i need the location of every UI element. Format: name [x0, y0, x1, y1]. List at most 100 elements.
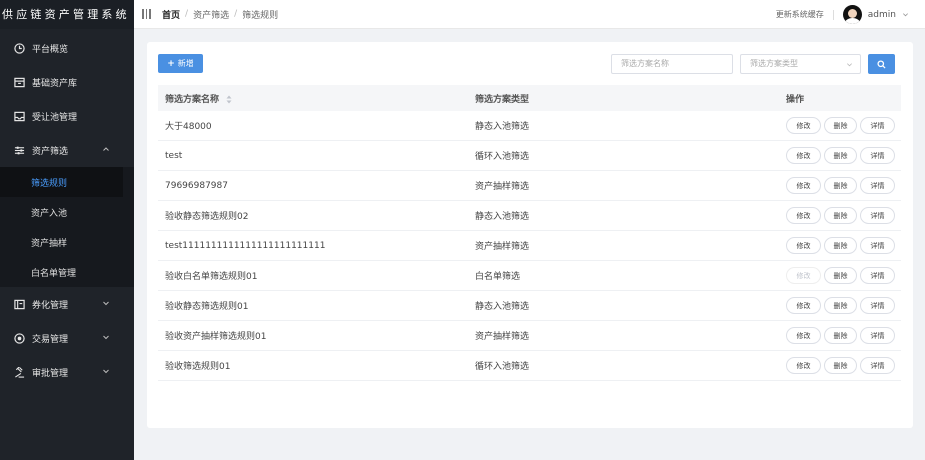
sidebar-item-transfer-pool[interactable]: 受让池管理: [0, 99, 134, 133]
sidebar-item-label: 受让池管理: [32, 112, 78, 123]
rule-type: 循环入池筛选: [475, 152, 530, 162]
detail-button[interactable]: 详情: [860, 177, 895, 194]
table-row: test1111111111111111111111111 资产抽样筛选 修改 删除详…: [158, 231, 901, 261]
inbox-icon: [13, 110, 25, 122]
edit-button[interactable]: 修改: [786, 297, 821, 314]
sidebar-item-trading[interactable]: 交易管理: [0, 321, 134, 355]
content-card: + 新增 筛选方案名称 筛选方案类型 筛选方案名称 筛选方案类型 操作 大于48…: [147, 42, 913, 428]
rule-name: test1111111111111111111111111: [165, 240, 326, 251]
avatar[interactable]: [842, 5, 862, 24]
search-button[interactable]: [868, 54, 895, 74]
plus-icon: +: [167, 58, 175, 69]
search-icon: [877, 59, 886, 69]
scheme-name-input[interactable]: 筛选方案名称: [611, 54, 733, 74]
delete-button[interactable]: 删除: [824, 267, 857, 284]
refresh-cache-link[interactable]: 更新系统缓存: [776, 9, 824, 20]
delete-button[interactable]: 删除: [824, 117, 857, 134]
gavel-icon: [13, 366, 25, 378]
topbar: 首页 / 资产筛选 / 筛选规则 更新系统缓存 admin: [134, 0, 925, 29]
archive-icon: [13, 76, 25, 88]
edit-button[interactable]: 修改: [786, 327, 821, 344]
add-button[interactable]: + 新增: [158, 54, 203, 73]
rule-type: 循环入池筛选: [475, 362, 530, 372]
detail-button[interactable]: 详情: [860, 327, 895, 344]
chevron-down-icon: [103, 369, 109, 374]
scheme-type-select[interactable]: 筛选方案类型: [740, 54, 861, 74]
delete-button[interactable]: 删除: [824, 207, 857, 224]
table-header: 筛选方案名称 筛选方案类型 操作: [158, 85, 901, 111]
sidebar-item-securitization[interactable]: 券化管理: [0, 287, 134, 321]
sidebar-item-asset-sampling[interactable]: 资产抽样: [0, 227, 134, 257]
menu-toggle-icon[interactable]: [142, 9, 152, 19]
rule-name: 验收资产抽样筛选规则01: [165, 332, 267, 342]
breadcrumb: 首页 / 资产筛选 / 筛选规则: [162, 8, 279, 21]
breadcrumb-home[interactable]: 首页: [162, 8, 180, 21]
sidebar-item-asset-screening[interactable]: 资产筛选: [0, 133, 134, 167]
ticket-icon: [13, 298, 25, 310]
exchange-icon: [13, 332, 25, 344]
edit-button[interactable]: 修改: [786, 207, 821, 224]
edit-button[interactable]: 修改: [786, 357, 821, 374]
user-name[interactable]: admin: [868, 10, 896, 20]
chevron-down-icon[interactable]: [902, 11, 909, 18]
delete-button[interactable]: 删除: [824, 357, 857, 374]
edit-button[interactable]: 修改: [786, 117, 821, 134]
delete-button[interactable]: 删除: [824, 297, 857, 314]
table-row: test 循环入池筛选 修改 删除 详情: [158, 141, 901, 171]
sidebar-item-asset-library[interactable]: 基础资产库: [0, 65, 134, 99]
sidebar-item-asset-pooling[interactable]: 资产入池: [0, 197, 134, 227]
sidebar-item-whitelist[interactable]: 白名单管理: [0, 257, 134, 287]
rule-name: 验收静态筛选规则01: [165, 302, 249, 312]
detail-button[interactable]: 详情: [860, 117, 895, 134]
clock-icon: [13, 42, 25, 54]
edit-button[interactable]: 修改: [786, 237, 821, 254]
user-area: 更新系统缓存 admin: [776, 0, 909, 29]
rule-type: 白名单筛选: [475, 272, 521, 282]
sidebar-item-approval[interactable]: 审批管理: [0, 355, 134, 389]
detail-button[interactable]: 详情: [860, 357, 895, 374]
sidebar-item-label: 审批管理: [32, 368, 69, 379]
sort-icon[interactable]: [226, 95, 232, 104]
table-row: 大于48000 静态入池筛选 修改 删除 详情: [158, 111, 901, 141]
column-header-name: 筛选方案名称: [165, 94, 220, 105]
rule-name: 大于48000: [165, 122, 212, 132]
sidebar-item-label: 交易管理: [32, 334, 69, 345]
rule-type: 资产抽样筛选: [475, 182, 530, 192]
app-title: 供应链资产管理系统: [0, 0, 134, 29]
rule-name: 验收筛选规则01: [165, 362, 231, 372]
detail-button[interactable]: 详情: [860, 237, 895, 254]
detail-button[interactable]: 详情: [860, 207, 895, 224]
sidebar-item-overview[interactable]: 平台概览: [0, 31, 134, 65]
rule-type: 静态入池筛选: [475, 122, 530, 132]
table-row: 验收静态筛选规则02 静态入池筛选 修改 删除 详情: [158, 201, 901, 231]
rules-table: 筛选方案名称 筛选方案类型 操作 大于48000 静态入池筛选 修改 删除 详情 test…: [158, 85, 901, 381]
sidebar-item-label: 资产筛选: [32, 146, 69, 157]
chevron-down-icon: [103, 301, 109, 306]
rule-type: 静态入池筛选: [475, 212, 530, 222]
sidebar: 供应链资产管理系统 平台概览 基础资产库 受让池管理 资产筛选 筛选规则 资产入…: [0, 0, 134, 460]
detail-button[interactable]: 详情: [860, 147, 895, 164]
rule-name: 验收静态筛选规则02: [165, 212, 249, 222]
rule-name: 验收白名单筛选规则01: [165, 272, 258, 282]
breadcrumb-asset-screening[interactable]: 资产筛选: [193, 8, 229, 21]
column-header-type: 筛选方案类型: [475, 94, 530, 105]
edit-button: 修改: [786, 267, 821, 284]
rule-name: test: [165, 150, 183, 161]
sidebar-item-label: 券化管理: [32, 300, 69, 311]
sidebar-item-screening-rules[interactable]: 筛选规则: [0, 167, 123, 197]
table-body: 大于48000 静态入池筛选 修改 删除 详情 test 循环入池筛选 修改 删除 详情 79696…: [158, 111, 901, 381]
rule-type: 资产抽样筛选: [475, 242, 530, 252]
detail-button[interactable]: 详情: [860, 297, 895, 314]
table-row: 验收静态筛选规则01 静态入池筛选 修改 删除 详情: [158, 291, 901, 321]
breadcrumb-screening-rules: 筛选规则: [242, 10, 279, 21]
table-row: 验收资产抽样筛选规则01 资产抽样筛选 修改 删除 详情: [158, 321, 901, 351]
delete-button[interactable]: 删除: [824, 327, 857, 344]
detail-button[interactable]: 详情: [860, 267, 895, 284]
column-header-actions: 操作: [786, 94, 805, 105]
chevron-down-icon: [103, 335, 109, 340]
delete-button[interactable]: 删除: [824, 177, 857, 194]
delete-button[interactable]: 删除: [824, 237, 857, 254]
edit-button[interactable]: 修改: [786, 177, 821, 194]
delete-button[interactable]: 删除: [824, 147, 857, 164]
edit-button[interactable]: 修改: [786, 147, 821, 164]
